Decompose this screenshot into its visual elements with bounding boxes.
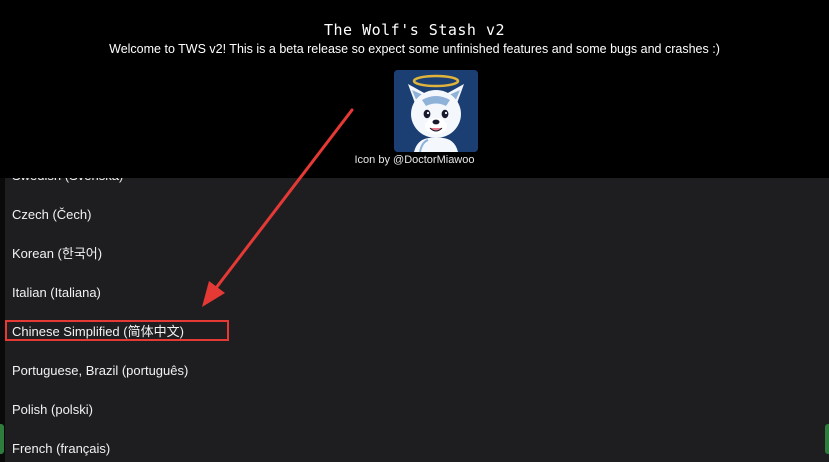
app-screen: The Wolf's Stash v2 Welcome to TWS v2! T… (0, 0, 829, 462)
wolf-logo-icon (394, 70, 478, 152)
app-title: The Wolf's Stash v2 (323, 21, 506, 39)
language-item-czech[interactable]: Czech (Čech) (12, 204, 91, 226)
language-item-french[interactable]: French (français) (12, 438, 110, 460)
header: The Wolf's Stash v2 Welcome to TWS v2! T… (0, 0, 829, 178)
language-item-korean[interactable]: Korean (한국어) (12, 243, 102, 265)
icon-credit: Icon by @DoctorMiawoo (354, 154, 475, 166)
welcome-message: Welcome to TWS v2! This is a beta releas… (109, 42, 720, 56)
language-item-portuguese-brazil[interactable]: Portuguese, Brazil (português) (12, 360, 188, 382)
left-scroll-handle[interactable] (0, 424, 4, 454)
language-item-italian[interactable]: Italian (Italiana) (12, 282, 101, 304)
language-item-polish[interactable]: Polish (polski) (12, 399, 93, 421)
highlight-box (5, 320, 229, 341)
language-item-swedish[interactable]: Swedish (Svenska) (12, 178, 123, 187)
wolf-logo-graphic (394, 70, 478, 152)
right-scroll-handle[interactable] (825, 424, 829, 454)
